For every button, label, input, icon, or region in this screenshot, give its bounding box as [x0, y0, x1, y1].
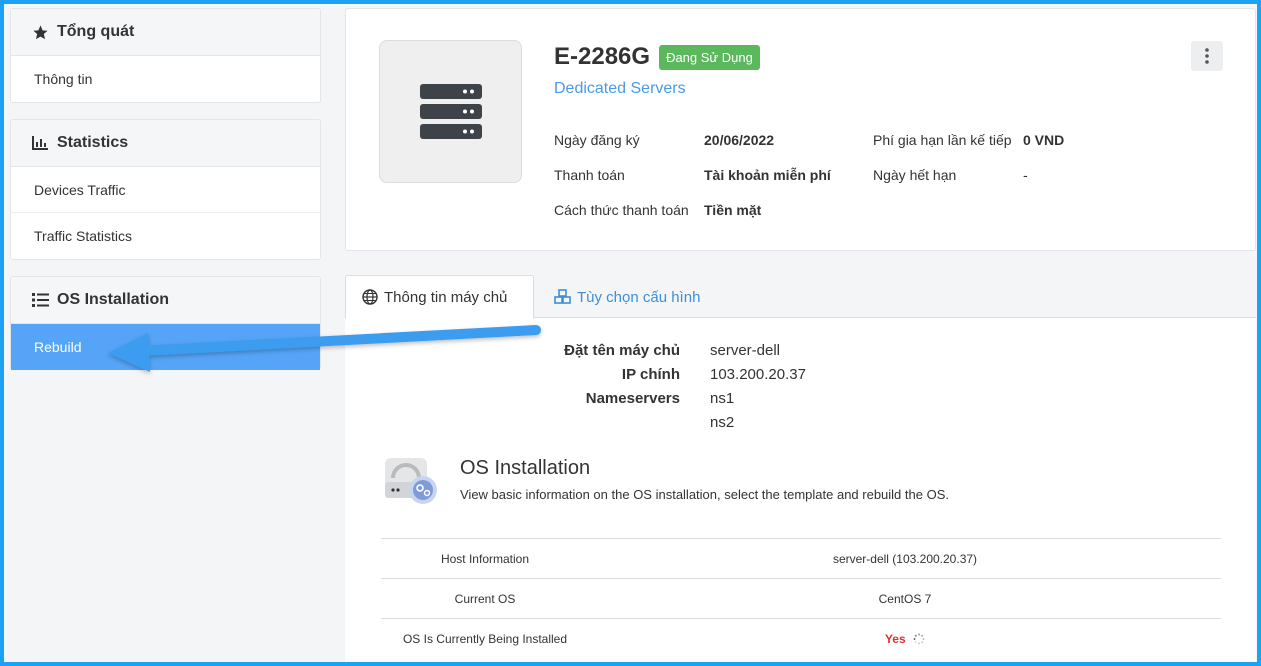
- table-row: Host Information server-dell (103.200.20…: [381, 538, 1221, 578]
- os-info-table: Host Information server-dell (103.200.20…: [381, 538, 1221, 658]
- product-info-left: Ngày đăng ký 20/06/2022 Thanh toán Tài k…: [554, 122, 831, 227]
- panel-title-statistics: Statistics: [57, 134, 129, 151]
- detail-label: Đặt tên máy chủ: [564, 341, 680, 359]
- cubes-icon: [554, 289, 571, 305]
- detail-row: ns2: [525, 410, 806, 434]
- panel-header-statistics: Statistics: [11, 120, 320, 167]
- os-install-icon: [385, 458, 437, 504]
- detail-label: IP chính: [621, 365, 680, 383]
- panel-title-os: OS Installation: [57, 291, 170, 308]
- tab-label: Tùy chọn cấu hình: [577, 288, 701, 306]
- product-title-row: E-2286G Đang Sử Dụng: [554, 43, 760, 71]
- tabs-area: Thông tin máy chủ Tùy chọn cấu hình Đặt …: [345, 275, 1256, 666]
- loading-spinner-icon: [913, 633, 925, 645]
- info-row: Phí gia hạn lần kế tiếp 0 VND: [873, 122, 1064, 157]
- status-badge: Đang Sử Dụng: [659, 44, 760, 70]
- panel-title-overview: Tổng quát: [57, 23, 135, 40]
- star-icon: [31, 23, 49, 41]
- panel-header-overview: Tổng quát: [11, 9, 320, 56]
- globe-icon: [362, 289, 378, 305]
- detail-row: Đặt tên máy chủ server-dell: [525, 338, 806, 362]
- sidebar-item-rebuild[interactable]: Rebuild: [11, 324, 320, 370]
- table-cell-value: Yes: [589, 632, 1221, 646]
- detail-label: Nameservers: [585, 389, 680, 407]
- more-options-button[interactable]: [1191, 41, 1223, 71]
- sidebar-item-traffic-statistics[interactable]: Traffic Statistics: [11, 213, 320, 259]
- info-label: Ngày đăng ký: [554, 131, 640, 148]
- table-cell-label: Current OS: [454, 591, 516, 606]
- product-category[interactable]: Dedicated Servers: [554, 80, 686, 98]
- table-row: OS Is Currently Being Installed Yes: [381, 618, 1221, 658]
- server-image: [379, 40, 522, 183]
- info-value: Tài khoản miễn phí: [704, 166, 831, 183]
- info-value: -: [1023, 166, 1028, 183]
- tab-label: Thông tin máy chủ: [384, 288, 508, 306]
- sidebar: Tổng quát Thông tin Statistics Devices T…: [10, 8, 321, 386]
- product-name: E-2286G: [554, 43, 651, 70]
- info-row: Ngày hết hạn -: [873, 157, 1064, 192]
- info-label: Cách thức thanh toán: [554, 201, 689, 218]
- info-row: Thanh toán Tài khoản miễn phí: [554, 157, 831, 192]
- detail-row: Nameservers ns1: [525, 386, 806, 410]
- table-cell-label: OS Is Currently Being Installed: [402, 631, 568, 646]
- table-cell-value: server-dell (103.200.20.37): [832, 551, 978, 566]
- sidebar-item-devices-traffic[interactable]: Devices Traffic: [11, 167, 320, 213]
- os-description: View basic information on the OS install…: [460, 487, 949, 502]
- os-title: OS Installation: [460, 457, 591, 479]
- table-row: Current OS CentOS 7: [381, 578, 1221, 618]
- info-row: Cách thức thanh toán Tiền mặt: [554, 192, 831, 227]
- server-icon: [419, 83, 482, 139]
- detail-value: 103.200.20.37: [710, 365, 806, 383]
- detail-value: server-dell: [710, 341, 781, 359]
- info-label: Ngày hết hạn: [873, 166, 957, 183]
- info-value: 20/06/2022: [704, 131, 775, 148]
- bar-chart-icon: [31, 134, 49, 152]
- kebab-icon: [1205, 48, 1209, 64]
- installing-status: Yes: [884, 631, 906, 646]
- panel-statistics: Statistics Devices Traffic Traffic Stati…: [10, 119, 321, 260]
- tab-config-options[interactable]: Tùy chọn cấu hình: [538, 275, 716, 319]
- server-details: Đặt tên máy chủ server-dell IP chính 103…: [525, 338, 806, 434]
- info-value: Tiền mặt: [704, 201, 762, 218]
- detail-row: IP chính 103.200.20.37: [525, 362, 806, 386]
- panel-overview: Tổng quát Thông tin: [10, 8, 321, 103]
- detail-value: ns1: [710, 389, 735, 407]
- list-icon: [31, 291, 49, 309]
- info-label: Thanh toán: [554, 166, 625, 183]
- sidebar-item-info[interactable]: Thông tin: [11, 56, 320, 102]
- info-value: 0 VND: [1023, 131, 1065, 148]
- product-info-right: Phí gia hạn lần kế tiếp 0 VND Ngày hết h…: [873, 122, 1064, 192]
- info-row: Ngày đăng ký 20/06/2022: [554, 122, 831, 157]
- table-cell-value: CentOS 7: [878, 591, 932, 606]
- detail-value: ns2: [710, 413, 735, 431]
- info-label: Phí gia hạn lần kế tiếp: [873, 131, 1012, 148]
- panel-header-os: OS Installation: [11, 277, 320, 324]
- panel-os-installation: OS Installation Rebuild: [10, 276, 321, 370]
- product-card: E-2286G Đang Sử Dụng Dedicated Servers N…: [345, 8, 1256, 251]
- tab-server-info[interactable]: Thông tin máy chủ: [345, 275, 534, 319]
- table-cell-label: Host Information: [440, 551, 530, 566]
